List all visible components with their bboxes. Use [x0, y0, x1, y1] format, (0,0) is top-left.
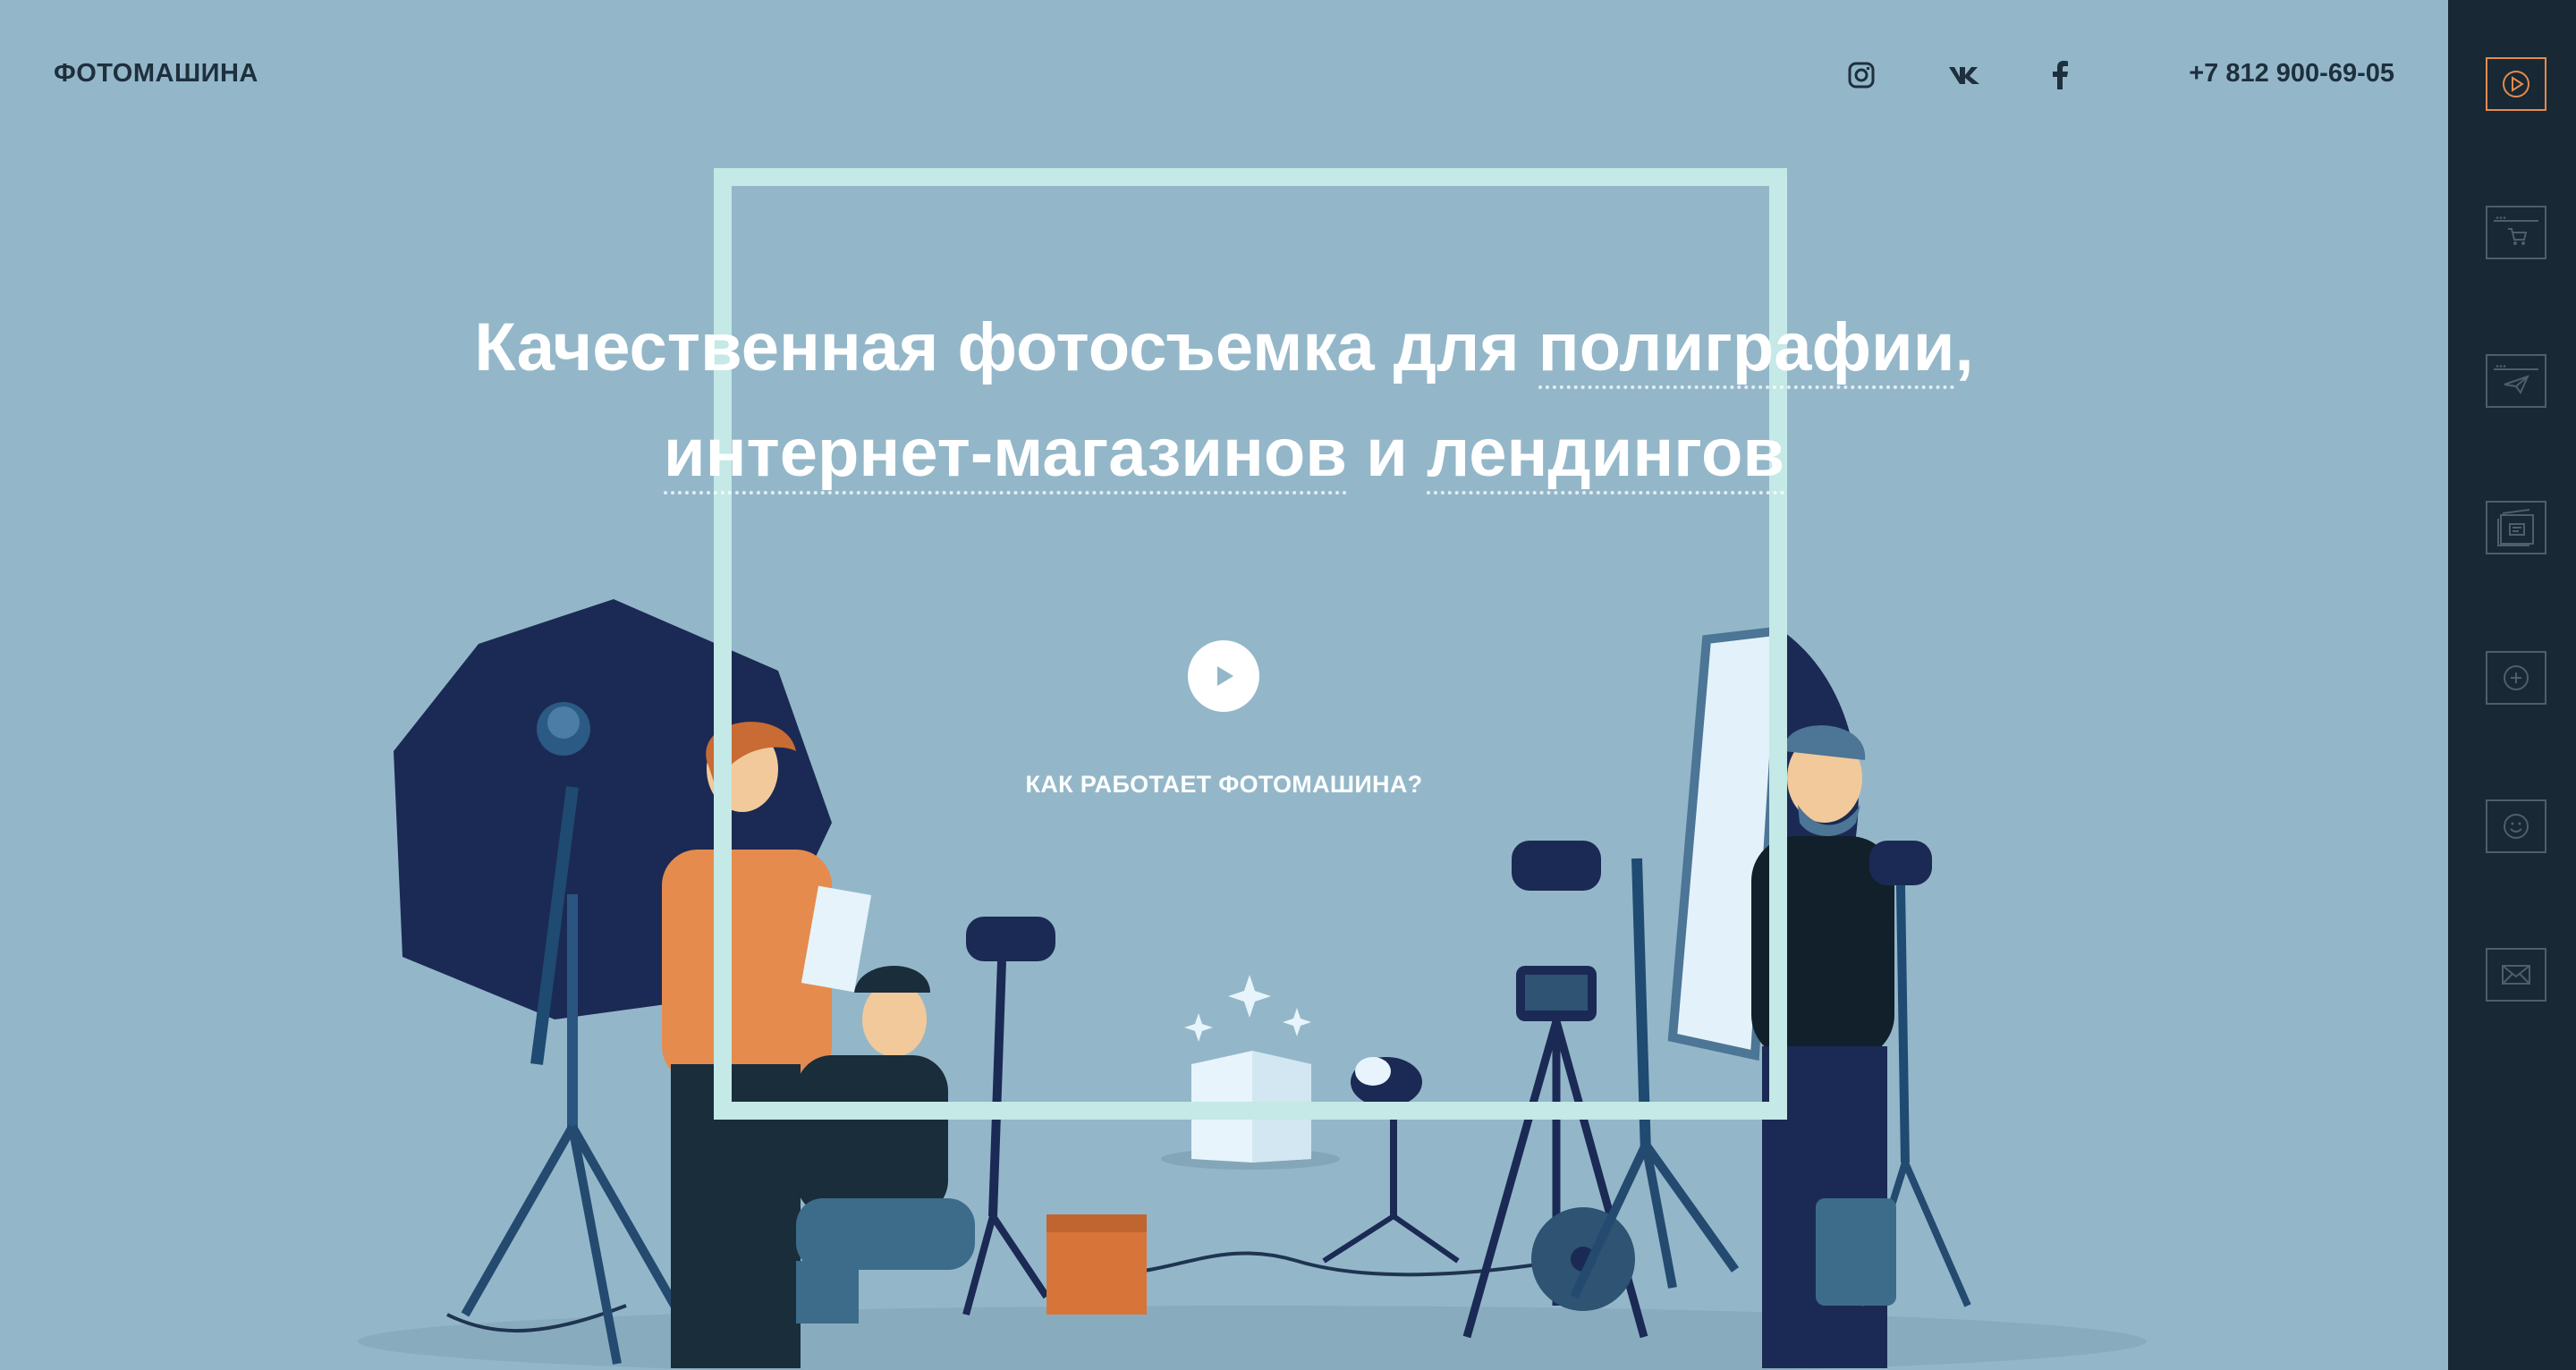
facebook-link[interactable]	[2040, 55, 2080, 95]
hero-headline: Качественная фотосъемка для полиграфии, …	[0, 295, 2448, 506]
sidebar-item-print[interactable]	[2486, 501, 2546, 554]
link-landings[interactable]: лендингов	[1426, 415, 1785, 495]
play-icon	[2503, 71, 2529, 97]
link-ecommerce[interactable]: интернет-магазинов	[663, 415, 1348, 495]
link-polygraphy[interactable]: полиграфии	[1538, 309, 1955, 389]
sidebar-item-shop[interactable]	[2486, 206, 2546, 259]
plus-circle-icon	[2504, 665, 2529, 690]
sidebar-item-reviews[interactable]	[2486, 799, 2546, 853]
paper-plane-window-icon	[2494, 365, 2538, 395]
vk-link[interactable]	[1945, 55, 1985, 95]
sidebar-item-services[interactable]	[2486, 651, 2546, 705]
documents-icon	[2497, 509, 2534, 546]
headline-text-2: ,	[1954, 309, 1974, 385]
hero-section: ФОТОМАШИНА +7 812 900-69-05 Качественная…	[0, 0, 2448, 1370]
instagram-icon	[1848, 62, 1875, 89]
sidebar-item-contacts[interactable]	[2486, 948, 2546, 1002]
play-icon	[1217, 666, 1233, 686]
vk-icon	[1949, 67, 1979, 84]
play-video-button[interactable]	[1188, 640, 1259, 712]
sidebar-item-video[interactable]	[2486, 57, 2546, 111]
instagram-link[interactable]	[1842, 55, 1881, 95]
headline-text-3: и	[1347, 415, 1427, 491]
how-it-works-link[interactable]: КАК РАБОТАЕТ ФОТОМАШИНА?	[0, 771, 2448, 799]
cart-window-icon	[2494, 216, 2538, 245]
smiley-icon	[2504, 814, 2529, 839]
sidebar-item-landings[interactable]	[2486, 354, 2546, 408]
phone-link[interactable]: +7 812 900-69-05	[2189, 59, 2394, 89]
site-logo[interactable]: ФОТОМАШИНА	[54, 59, 258, 89]
envelope-icon	[2502, 965, 2530, 985]
right-sidebar	[2448, 0, 2576, 1370]
facebook-icon	[2053, 61, 2068, 89]
headline-text-1: Качественная фотосъемка для	[474, 309, 1538, 385]
